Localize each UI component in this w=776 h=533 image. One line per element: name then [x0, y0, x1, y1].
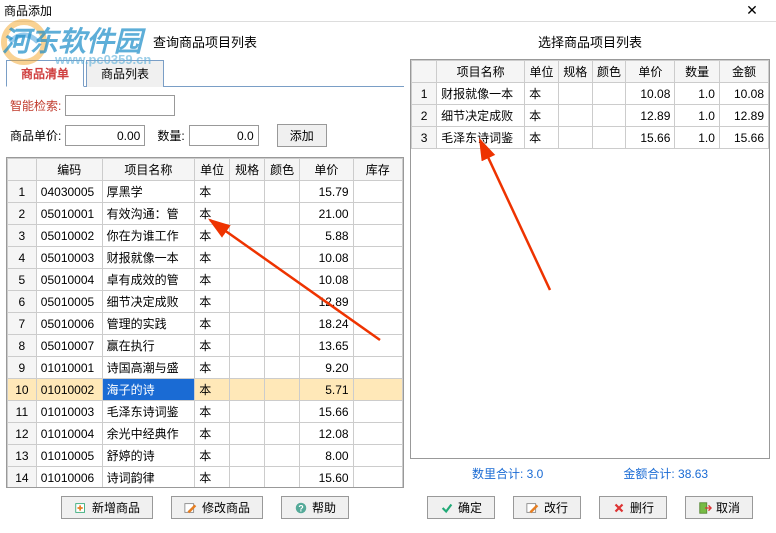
help-button[interactable]: ?帮助 [281, 496, 349, 519]
help-icon: ? [294, 501, 308, 515]
pencil-icon [184, 501, 198, 515]
qty-label: 数量: [157, 127, 184, 144]
rcol-price[interactable]: 单价 [626, 61, 675, 83]
tab-product-list[interactable]: 商品清单 [6, 60, 84, 87]
table-row[interactable]: 1201010004余光中经典作本12.08 [8, 423, 403, 445]
col-price[interactable]: 单价 [300, 159, 353, 181]
table-row[interactable]: 3毛泽东诗词鉴本15.661.015.66 [412, 127, 769, 149]
col-unit[interactable]: 单位 [195, 159, 230, 181]
svg-text:?: ? [298, 503, 303, 513]
right-grid[interactable]: 项目名称 单位 规格 颜色 单价 数量 金额 1财报就像一本本10.081.01… [410, 59, 770, 459]
rcol-amt[interactable]: 金额 [719, 61, 768, 83]
table-row[interactable]: 405010003财报就像一本本10.08 [8, 247, 403, 269]
qty-total-value: 3.0 [527, 467, 544, 481]
price-label: 商品单价: [10, 127, 61, 144]
left-toolbar: 新增商品 修改商品 ?帮助 [6, 488, 404, 527]
modify-row-button[interactable]: 改行 [513, 496, 581, 519]
tab-product-catalog[interactable]: 商品列表 [86, 60, 164, 87]
right-grid-header: 项目名称 单位 规格 颜色 单价 数量 金额 [412, 61, 769, 83]
col-color[interactable]: 颜色 [265, 159, 300, 181]
table-row[interactable]: 104030005厚黑学本15.79 [8, 181, 403, 203]
rcol-color[interactable]: 颜色 [592, 61, 626, 83]
right-toolbar: 确定 改行 删行 取消 [410, 488, 770, 527]
col-spec[interactable]: 规格 [230, 159, 265, 181]
check-icon [440, 501, 454, 515]
cancel-button[interactable]: 取消 [685, 496, 753, 519]
rcol-qty[interactable]: 数量 [675, 61, 720, 83]
ok-button[interactable]: 确定 [427, 496, 495, 519]
tab-bar: 商品清单 商品列表 [6, 59, 404, 87]
price-input[interactable] [65, 125, 145, 146]
table-row[interactable]: 605010005细节决定成败本12.89 [8, 291, 403, 313]
right-panel: 选择商品项目列表 项目名称 单位 规格 颜色 单价 数量 金额 1财报就像一本本… [410, 28, 770, 527]
plus-icon [74, 501, 88, 515]
table-row[interactable]: 1财报就像一本本10.081.010.08 [412, 83, 769, 105]
left-panel: 查询商品项目列表 商品清单 商品列表 智能检索: 商品单价: 数量: 添加 编码… [6, 28, 404, 527]
col-stock[interactable]: 库存 [353, 159, 402, 181]
table-row[interactable]: 1101010003毛泽东诗词鉴本15.66 [8, 401, 403, 423]
table-row[interactable]: 1001010002海子的诗本5.71 [8, 379, 403, 401]
col-code[interactable]: 编码 [36, 159, 102, 181]
amt-total-label: 金额合计: [623, 467, 674, 481]
totals-row: 数里合计: 3.0 金额合计: 38.63 [410, 459, 770, 488]
new-product-button[interactable]: 新增商品 [61, 496, 153, 519]
table-row[interactable]: 1401010006诗词韵律本15.60 [8, 467, 403, 489]
search-input[interactable] [65, 95, 175, 116]
rcol-unit[interactable]: 单位 [525, 61, 559, 83]
table-row[interactable]: 805010007赢在执行本13.65 [8, 335, 403, 357]
table-row[interactable]: 505010004卓有成效的管本10.08 [8, 269, 403, 291]
exit-icon [698, 501, 712, 515]
rcol-spec[interactable]: 规格 [558, 61, 592, 83]
close-button[interactable]: ✕ [732, 1, 772, 21]
table-row[interactable]: 2细节决定成败本12.891.012.89 [412, 105, 769, 127]
title-bar: 商品添加 ✕ [0, 0, 776, 22]
left-grid-header: 编码 项目名称 单位 规格 颜色 单价 库存 [8, 159, 403, 181]
edit-row-icon [526, 501, 540, 515]
left-panel-title: 查询商品项目列表 [6, 28, 404, 55]
qty-input[interactable] [189, 125, 259, 146]
window-title: 商品添加 [4, 2, 732, 19]
delete-icon [612, 501, 626, 515]
edit-product-button[interactable]: 修改商品 [171, 496, 263, 519]
table-row[interactable]: 305010002你在为谁工作本5.88 [8, 225, 403, 247]
qty-total-label: 数里合计: [472, 467, 523, 481]
rcol-name[interactable]: 项目名称 [437, 61, 525, 83]
add-button[interactable]: 添加 [277, 124, 327, 147]
amt-total-value: 38.63 [678, 467, 708, 481]
col-name[interactable]: 项目名称 [102, 159, 195, 181]
table-row[interactable]: 901010001诗国高潮与盛本9.20 [8, 357, 403, 379]
right-panel-title: 选择商品项目列表 [410, 28, 770, 55]
delete-row-button[interactable]: 删行 [599, 496, 667, 519]
left-grid[interactable]: 编码 项目名称 单位 规格 颜色 单价 库存 104030005厚黑学本15.7… [6, 157, 404, 488]
table-row[interactable]: 205010001有效沟通：管本21.00 [8, 203, 403, 225]
search-label: 智能检索: [10, 97, 61, 114]
table-row[interactable]: 1301010005舒婷的诗本8.00 [8, 445, 403, 467]
table-row[interactable]: 705010006管理的实践本18.24 [8, 313, 403, 335]
